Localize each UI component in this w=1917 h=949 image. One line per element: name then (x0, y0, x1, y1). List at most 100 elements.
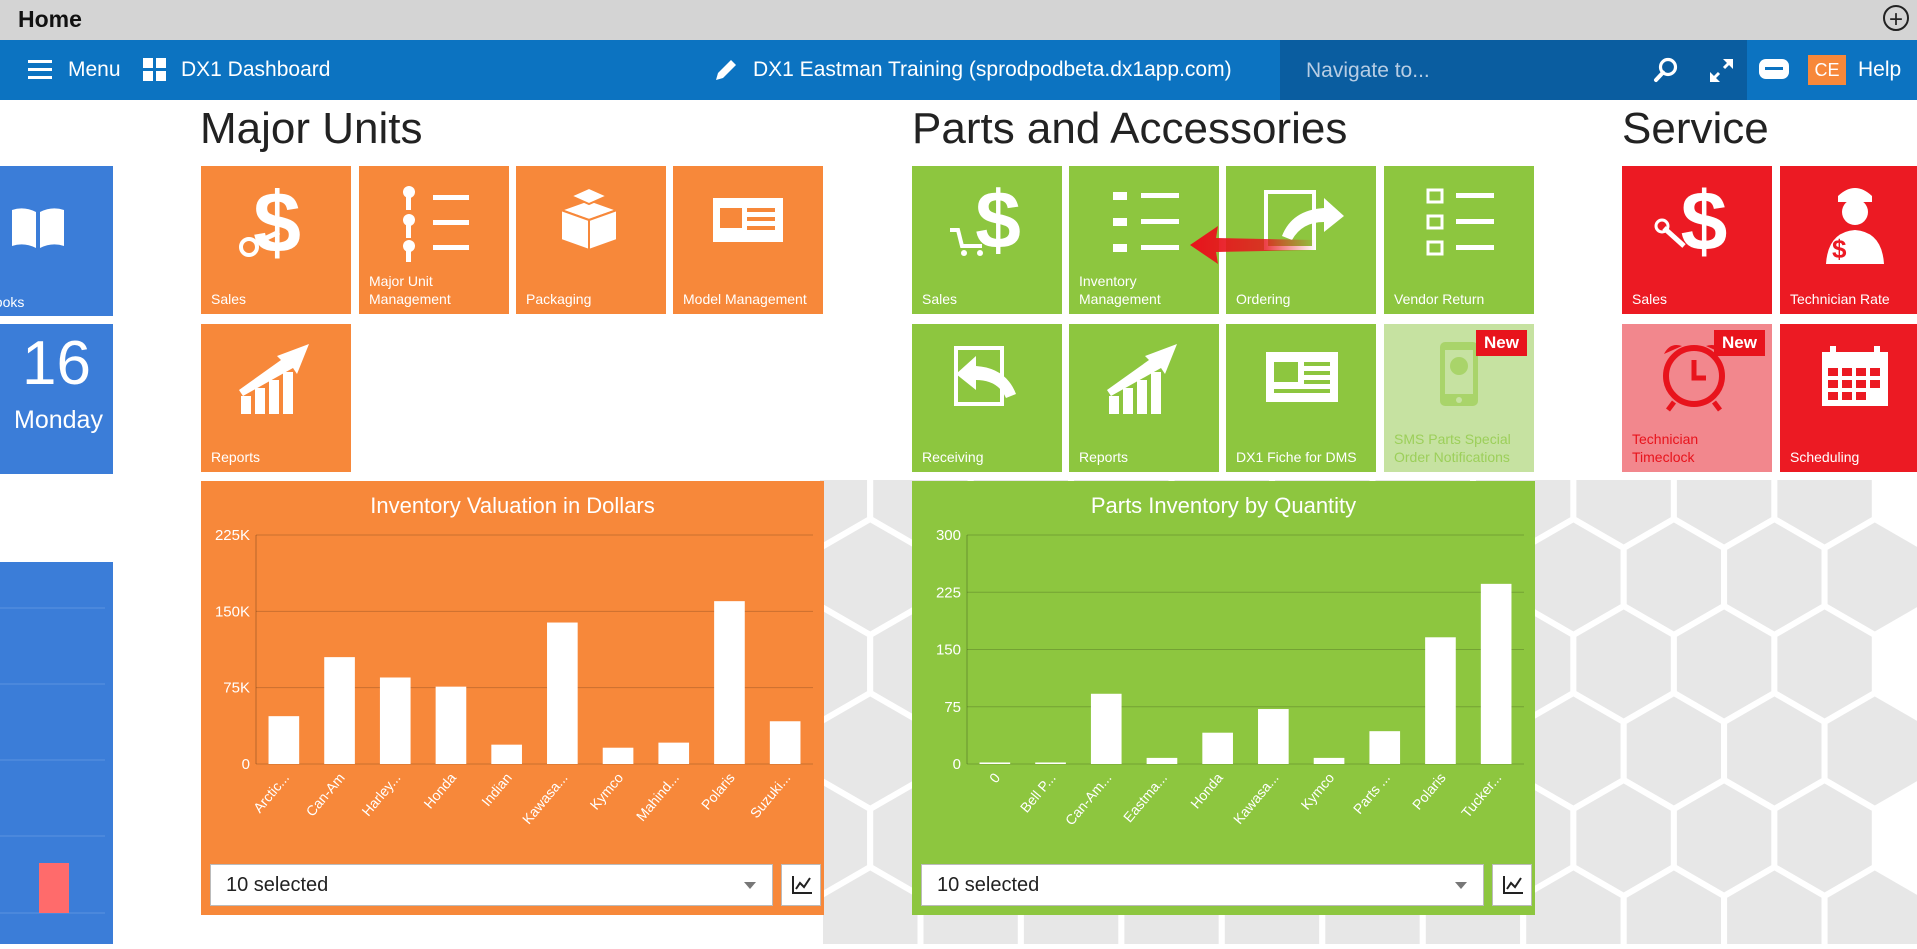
chart-bar[interactable] (547, 622, 578, 764)
tile-label: Sales (211, 291, 247, 307)
y-tick-label: 225K (215, 527, 250, 544)
chart-bar[interactable] (979, 762, 1011, 764)
chart-bar[interactable] (324, 657, 355, 764)
brand-select[interactable]: 10 selected (210, 864, 773, 906)
select-value: 10 selected (226, 874, 329, 896)
chart-bar[interactable] (1425, 637, 1456, 764)
chart-bar[interactable] (268, 716, 300, 764)
x-tick-label: Arctic... (250, 770, 292, 816)
parts-vendor-return-tile[interactable]: Vendor Return (1384, 166, 1534, 314)
chart-type-button[interactable] (781, 864, 821, 906)
chart-bar[interactable] (602, 747, 634, 764)
menu-label: Menu (68, 58, 121, 81)
chevron-down-icon (1455, 882, 1467, 889)
tile-label: Major Unit Management (369, 273, 451, 307)
tile-label: Packaging (526, 291, 592, 307)
vehicle-card-icon (713, 198, 783, 242)
x-tick-label: Kymco (587, 769, 627, 812)
x-tick-label: Can-Am (303, 770, 348, 820)
chart-bar[interactable] (1035, 762, 1066, 764)
date-day: 16 (22, 329, 91, 398)
parts-receiving-tile[interactable]: Receiving (912, 324, 1062, 472)
parts-reports-tile[interactable]: Reports (1069, 324, 1219, 472)
x-tick-label: Polaris (698, 770, 738, 813)
chevron-down-icon (744, 882, 756, 889)
avatar[interactable]: CE (1808, 55, 1846, 85)
service-timeclock-tile[interactable]: New Technician Timeclock (1622, 324, 1772, 472)
books-tile[interactable]: books (0, 166, 113, 316)
app-nav-bar: Menu DX1 Dashboard DX1 Eastman Training … (0, 40, 1917, 100)
parts-sms-tile[interactable]: New SMS Parts Special Order Notification… (1384, 324, 1534, 472)
tile-label: Model Management (683, 291, 807, 307)
left-chart-bar (39, 863, 69, 913)
line-chart-icon (792, 876, 812, 894)
service-sales-tile[interactable]: $ Sales (1622, 166, 1772, 314)
x-tick-label: Kymco (1298, 769, 1338, 812)
navigate-input[interactable] (1304, 54, 1608, 88)
svg-text:$: $ (1832, 234, 1847, 264)
window-title: Home (18, 6, 82, 32)
chart-type-button[interactable] (1492, 864, 1532, 906)
mu-model-tile[interactable]: Model Management (673, 166, 823, 314)
fullscreen-button[interactable] (1695, 40, 1747, 100)
mu-sales-tile[interactable]: $ Sales (201, 166, 351, 314)
newspaper-icon (1266, 352, 1338, 402)
x-tick-label: Parts ... (1350, 770, 1393, 817)
key-list-icon (403, 186, 469, 262)
parts-fiche-tile[interactable]: DX1 Fiche for DMS (1226, 324, 1376, 472)
left-chart-fragment (0, 607, 105, 914)
y-tick-label: 75K (223, 680, 250, 697)
dollar-key-icon: $ (239, 175, 301, 271)
chart-bar[interactable] (1313, 757, 1345, 764)
chart-bar[interactable] (435, 686, 467, 764)
menu-button[interactable]: Menu (28, 40, 121, 100)
chart-bar[interactable] (1369, 731, 1401, 764)
chart-bar[interactable] (491, 744, 522, 764)
chart-bar[interactable] (714, 601, 745, 764)
x-tick-label: Polaris (1409, 770, 1449, 813)
tile-label: Reports (211, 449, 261, 465)
x-tick-label: Bell P... (1017, 770, 1059, 816)
chart-bar[interactable] (1090, 693, 1122, 764)
open-book-icon (12, 208, 64, 248)
x-tick-label: Kawasa... (519, 770, 571, 827)
brand-select[interactable]: 10 selected (921, 864, 1484, 906)
pencil-icon (716, 60, 736, 80)
expand-icon (1709, 58, 1734, 83)
chart-plot: 0 75 150 225 300 0 Bell P... Can-Am... Eastma...… (936, 527, 1524, 828)
help-link[interactable]: Help (1858, 40, 1901, 100)
search-icon[interactable] (1653, 57, 1679, 83)
tile-label: Sales (922, 291, 958, 307)
chart-plot: 0 75K 150K 225K Arctic... Can-Am Harley... Hond… (215, 527, 813, 827)
chart-bar[interactable] (1202, 732, 1233, 764)
x-tick-label: Honda (1187, 769, 1226, 811)
chat-icon[interactable] (1758, 58, 1790, 82)
tile-label: Sales (1632, 291, 1668, 307)
chart-bar[interactable] (1258, 709, 1289, 764)
technician-icon: $ (1826, 188, 1884, 264)
chart-bar[interactable] (769, 721, 801, 764)
parts-sales-tile[interactable]: $ Sales (912, 166, 1062, 314)
parts-title: Parts and Accessories (912, 104, 1348, 153)
x-tick-label: Harley... (358, 770, 403, 819)
mu-management-tile[interactable]: Major Unit Management (359, 166, 509, 314)
x-tick-label: Kawasa... (1230, 770, 1282, 827)
chart-bar[interactable] (658, 742, 690, 764)
left-chart-panel (0, 562, 113, 944)
parts-quantity-chart: Parts Inventory by Quantity 0 75 150 225 300… (912, 481, 1535, 915)
growth-chart-icon (1107, 344, 1177, 414)
grid-icon (143, 58, 166, 81)
svg-text:$: $ (1681, 174, 1728, 268)
chart-bar[interactable] (1146, 757, 1178, 764)
chart-bar[interactable] (379, 677, 411, 764)
mu-reports-tile[interactable]: Reports (201, 324, 351, 472)
service-tech-rate-tile[interactable]: $ Technician Rate (1780, 166, 1917, 314)
tile-label: Technician Timeclock (1632, 431, 1699, 465)
mu-packaging-tile[interactable]: Packaging (516, 166, 666, 314)
dashboard-button[interactable]: DX1 Dashboard (143, 40, 330, 100)
service-scheduling-tile[interactable]: Scheduling (1780, 324, 1917, 472)
plus-circle-icon[interactable]: + (1883, 5, 1909, 32)
chart-bar[interactable] (1480, 583, 1512, 764)
x-tick-label: Mahind... (633, 770, 682, 824)
account-button[interactable]: DX1 Eastman Training (sprodpodbeta.dx1ap… (713, 40, 1232, 100)
